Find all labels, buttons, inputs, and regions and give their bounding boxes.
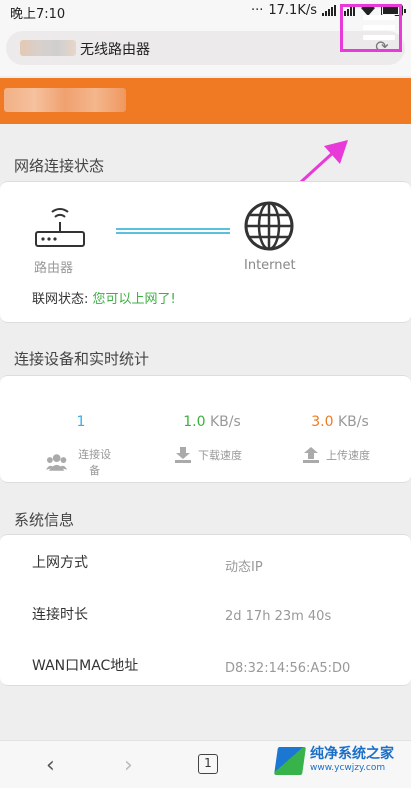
status-time: 晚上7:10: [10, 7, 66, 22]
watermark-url: www.ycwjzy.com: [310, 763, 386, 773]
signal-icon: [322, 5, 336, 16]
status-dots: ···: [250, 3, 264, 18]
back-icon[interactable]: ‹: [46, 753, 55, 778]
info-label-uptime: 连接时长: [32, 607, 88, 623]
devices-stat[interactable]: 1 连接设备: [46, 414, 116, 478]
blurred-url: [20, 40, 76, 56]
watermark-logo-icon: [274, 747, 306, 775]
download-icon: [175, 447, 191, 463]
watermark: 纯净系统之家 www.ycwjzy.com: [274, 746, 394, 775]
menu-icon: [363, 15, 395, 20]
info-value-mac: D8:32:14:56:A5:D0: [225, 661, 351, 676]
network-section-title: 网络连接状态: [14, 157, 105, 175]
router-label: 路由器: [34, 261, 74, 276]
page-title: 无线路由器: [80, 42, 150, 58]
upload-icon: [303, 447, 319, 463]
devices-count: 1: [76, 414, 86, 430]
info-label-mac: WAN口MAC地址: [32, 658, 139, 674]
blurred-logo: [4, 88, 126, 112]
info-label-wan-type: 上网方式: [32, 555, 88, 571]
info-value-wan-type: 动态IP: [225, 560, 263, 575]
info-value-uptime: 2d 17h 23m 40s: [225, 609, 332, 624]
network-speed: 17.1K/s: [268, 3, 317, 18]
network-status-text: 联网状态: 您可以上网了!: [32, 288, 176, 307]
menu-button[interactable]: [340, 4, 402, 52]
users-icon: [46, 454, 68, 471]
download-stat: 1.0 KB/s 下载速度: [174, 414, 250, 464]
download-value: 1.0: [183, 414, 206, 430]
tabs-button[interactable]: 1: [198, 754, 218, 774]
upload-unit: KB/s: [337, 414, 369, 430]
upload-label: 上传速度: [326, 449, 370, 462]
router-header: [0, 78, 411, 124]
globe-icon: [244, 201, 294, 251]
browser-bottom-bar: ‹ › 1 纯净系统之家 www.ycwjzy.com: [0, 740, 411, 788]
devices-label: 连接设备: [78, 448, 112, 477]
download-label: 下载速度: [198, 449, 242, 462]
forward-icon[interactable]: ›: [124, 753, 133, 778]
upload-value: 3.0: [311, 414, 334, 430]
stats-card: 1 连接设备 1.0 KB/s 下载速度 3.0 KB/s 上传速度: [0, 375, 411, 483]
router-icon: [35, 208, 85, 247]
network-status-card: 路由器 Internet 联网状态: 您可以上网了!: [0, 181, 411, 323]
upload-stat: 3.0 KB/s 上传速度: [302, 414, 378, 464]
status-value: 您可以上网了!: [92, 292, 176, 307]
system-section-title: 系统信息: [14, 511, 75, 529]
stats-section-title: 连接设备和实时统计: [14, 350, 150, 368]
watermark-title: 纯净系统之家: [310, 746, 394, 762]
system-info-card: 上网方式 动态IP 连接时长 2d 17h 23m 40s WAN口MAC地址 …: [0, 534, 411, 686]
download-unit: KB/s: [209, 414, 241, 430]
status-label: 联网状态:: [32, 292, 89, 307]
connection-line: [116, 228, 230, 234]
internet-label: Internet: [244, 258, 296, 273]
